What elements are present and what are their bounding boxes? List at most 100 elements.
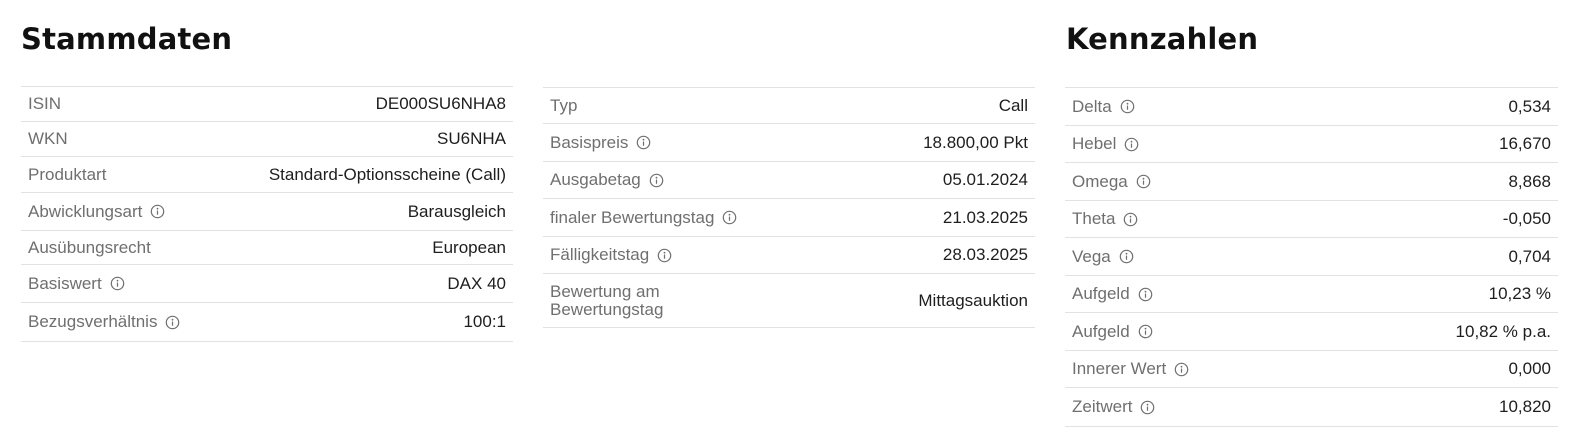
row-value: 10,23 % [1488,284,1551,303]
row-label: WKN [28,130,68,148]
row-label-text: Aufgeld [1072,321,1130,341]
row-value: Call [998,95,1028,115]
info-circle-icon[interactable] [1119,249,1134,264]
row-label: Produktart [28,164,107,184]
info-circle-icon[interactable] [1124,137,1139,152]
row-label-line-1: Bewertung am [550,281,660,301]
table-row-faelligkeitstag: Fälligkeitstag 28.03.2025 [543,237,1035,274]
table-row-omega: Omega 8,868 [1065,163,1558,201]
table-row-bewertung-am-bewertungstag: Bewertung am Bewertungstag Mittagsauktion [543,274,1035,328]
table-row-isin: ISIN DE000SU6NHA8 [21,87,513,122]
info-circle-icon[interactable] [1138,287,1153,302]
row-label-text: Zeitwert [1072,397,1133,417]
row-label: ISIN [28,95,61,113]
row-label-line-2: Bewertungstag [550,299,664,319]
row-label: Theta [1072,210,1138,228]
table-row-theta: Theta -0,050 [1065,201,1558,238]
row-value: -0,050 [1502,209,1551,228]
row-value: Mittagsauktion [918,290,1028,310]
info-circle-icon[interactable] [110,276,125,291]
row-label-text: Fälligkeitstag [550,245,650,265]
row-label: Delta [1072,96,1135,116]
info-circle-icon[interactable] [1174,362,1189,377]
row-value: 10,820 [1499,397,1551,416]
row-value: 0,534 [1508,96,1551,116]
row-label: Ausübungsrecht [28,238,151,257]
row-label-text: Bewertung am Bewertungstag [550,281,664,319]
row-value: Barausgleich [407,201,506,221]
row-label-text: Typ [550,95,578,115]
table-row-hebel: Hebel 16,670 [1065,126,1558,163]
row-label: Bewertung am Bewertungstag [550,281,664,319]
table-row-produktart: Produktart Standard-Optionsscheine (Call) [21,157,513,193]
info-circle-icon[interactable] [636,135,651,150]
table-row-ausuebungsrecht: Ausübungsrecht European [21,231,513,265]
row-label-text: Innerer Wert [1072,359,1167,379]
row-label-text: Theta [1072,209,1116,229]
row-label-text: Delta [1072,96,1112,116]
row-label-text: WKN [28,129,68,149]
row-label: Aufgeld [1072,321,1153,341]
kennzahlen-title: Kennzahlen [1066,22,1259,56]
stammdaten-table: ISIN DE000SU6NHA8 WKN SU6NHA Produktart Stand… [21,86,513,342]
row-value: DE000SU6NHA8 [375,94,506,113]
row-label: Typ [550,95,578,115]
row-label: Omega [1072,171,1151,191]
table-row-vega: Vega 0,704 [1065,238,1558,276]
info-circle-icon[interactable] [649,173,664,188]
row-label: Basiswert [28,274,125,293]
row-value: SU6NHA [437,129,506,148]
table-row-basispreis: Basispreis 18.800,00 Pkt [543,124,1035,162]
row-label: Vega [1072,247,1134,266]
row-label-text: Basispreis [550,132,629,152]
table-row-bezugsverhaeltnis: Bezugsverhältnis 100:1 [21,303,513,342]
info-circle-icon[interactable] [1120,99,1135,114]
row-label: Abwicklungsart [28,201,165,221]
row-label-text: Abwicklungsart [28,201,143,221]
row-value: 8,868 [1508,171,1551,191]
info-circle-icon[interactable] [1123,212,1138,227]
info-circle-icon[interactable] [657,248,672,263]
row-label: Innerer Wert [1072,360,1189,378]
kennzahlen-table: Delta 0,534 Hebel 16,670 Omega 8,868 Theta -0,0… [1065,87,1558,427]
table-row-finaler-bewertungstag: finaler Bewertungstag 21.03.2025 [543,199,1035,237]
row-label: Zeitwert [1072,398,1155,416]
table-row-wkn: WKN SU6NHA [21,122,513,157]
row-label: Basispreis [550,132,651,152]
row-label: Aufgeld [1072,285,1153,303]
row-label-text: Aufgeld [1072,284,1130,304]
row-value: 18.800,00 Pkt [923,132,1028,152]
row-label-text: ISIN [28,94,62,114]
row-label-text: Omega [1072,171,1128,191]
row-label-text: Hebel [1072,134,1117,154]
table-row-ausgabetag: Ausgabetag 05.01.2024 [543,162,1035,199]
stammdaten-table-2: Typ Call Basispreis 18.800,00 Pkt Ausgabetag… [543,87,1035,328]
row-value: 28.03.2025 [942,245,1028,264]
info-circle-icon[interactable] [1136,174,1151,189]
row-value: 05.01.2024 [942,170,1028,189]
info-circle-icon[interactable] [1138,324,1153,339]
table-row-delta: Delta 0,534 [1065,88,1558,126]
row-value: European [432,237,506,257]
row-value: 0,704 [1508,246,1551,266]
row-label-text: Produktart [28,164,107,184]
table-row-zeitwert: Zeitwert 10,820 [1065,388,1558,427]
row-value: 21.03.2025 [942,207,1028,227]
row-label-text: Bezugsverhältnis [28,312,158,332]
row-value: 10,82 % p.a. [1455,321,1551,341]
table-row-aufgeld: Aufgeld 10,23 % [1065,276,1558,313]
info-circle-icon[interactable] [165,315,180,330]
row-label: finaler Bewertungstag [550,208,737,227]
info-circle-icon[interactable] [1140,400,1155,415]
info-circle-icon[interactable] [722,210,737,225]
row-value: 16,670 [1499,134,1551,153]
table-row-innerer-wert: Innerer Wert 0,000 [1065,351,1558,388]
table-row-typ: Typ Call [543,88,1035,124]
table-row-basiswert: Basiswert DAX 40 [21,265,513,303]
row-value: Standard-Optionsscheine (Call) [268,164,506,184]
info-circle-icon[interactable] [150,204,165,219]
row-value: DAX 40 [447,273,506,293]
row-label: Hebel [1072,135,1139,153]
row-label-text: Ausgabetag [550,170,641,190]
table-row-abwicklungsart: Abwicklungsart Barausgleich [21,193,513,231]
